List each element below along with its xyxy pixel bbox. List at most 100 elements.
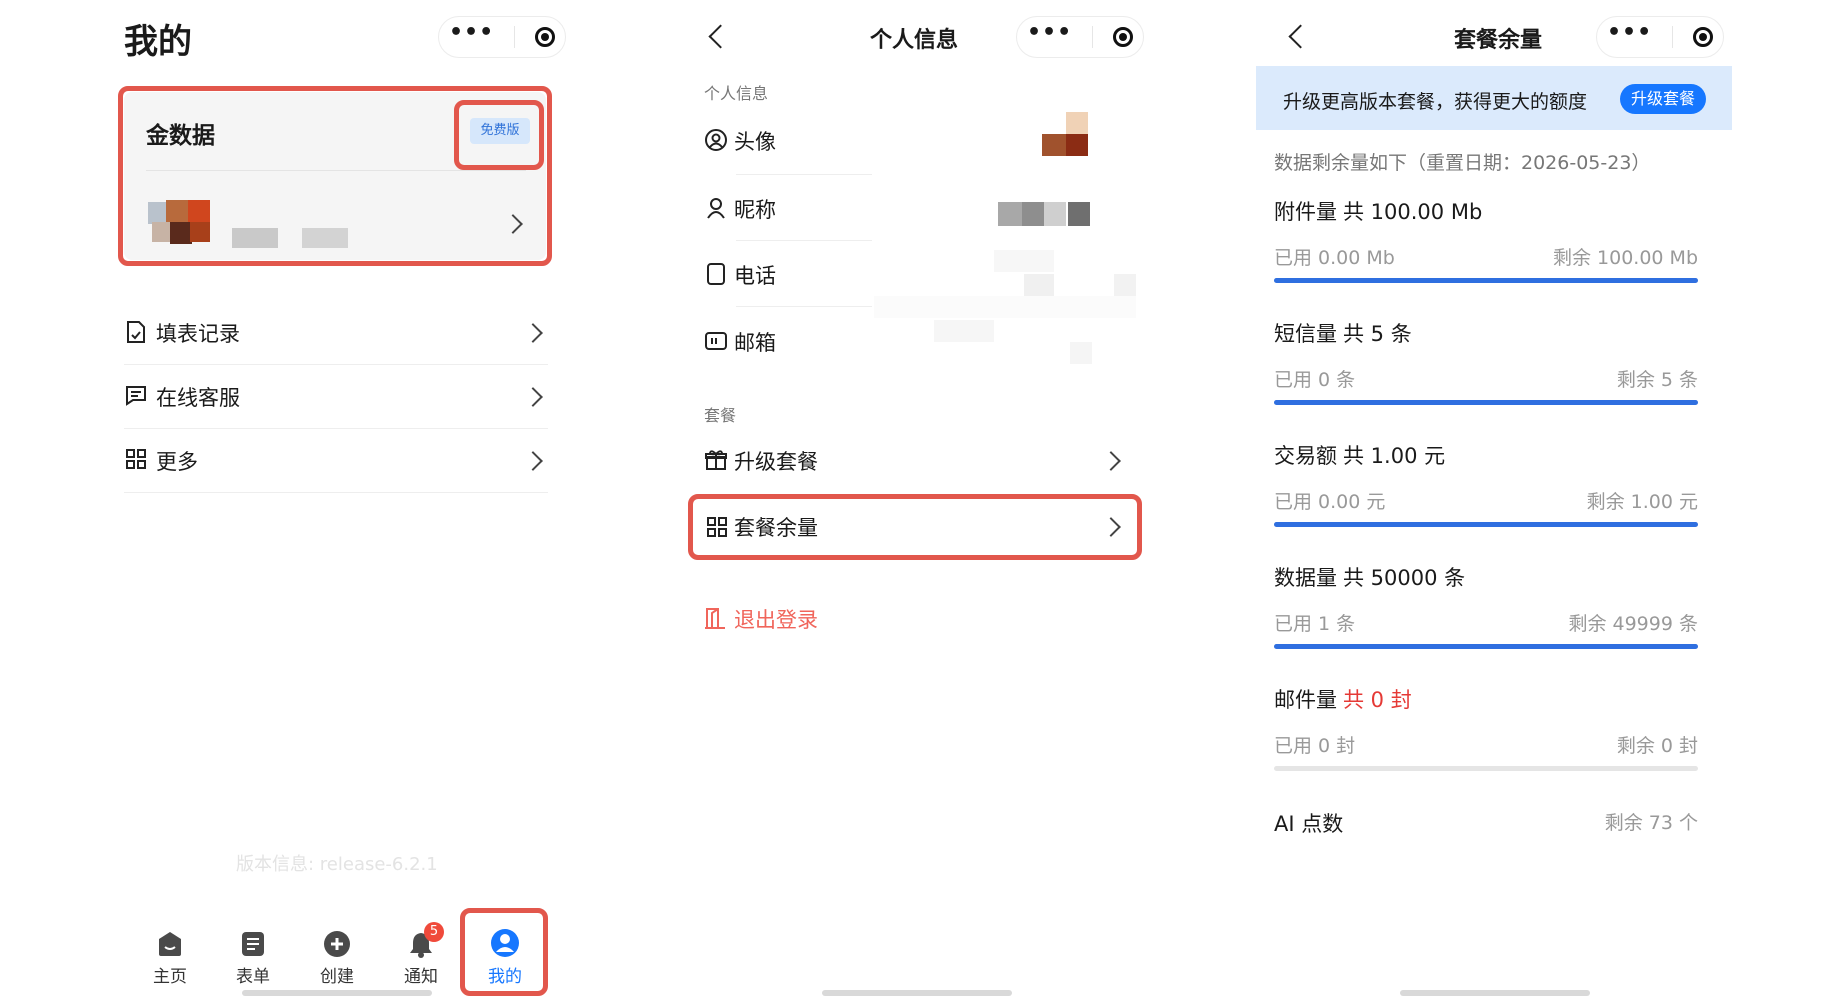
logout-icon — [705, 608, 725, 629]
grid-icon — [126, 449, 146, 469]
plus-icon — [324, 931, 350, 957]
company-name: 金数据 — [146, 123, 215, 149]
logout-button[interactable]: 退出登录 — [734, 604, 818, 634]
quota-total: 共 5 条 — [1343, 322, 1412, 346]
chevron-right-icon — [523, 451, 543, 471]
quota-remaining: 剩余 49999 条 — [1568, 613, 1698, 635]
form-icon — [242, 932, 264, 956]
miniprogram-capsule: ••• — [1596, 16, 1724, 58]
notification-badge: 5 — [424, 922, 444, 942]
quota-name: 短信量 — [1274, 322, 1337, 346]
row-label-avatar[interactable]: 头像 — [734, 126, 776, 156]
row-label-nickname[interactable]: 昵称 — [734, 194, 776, 224]
quota-remaining: 剩余 0 封 — [1616, 735, 1698, 757]
quota-name: 交易额 — [1274, 444, 1337, 468]
quota-used: 已用 0 封 — [1274, 735, 1356, 757]
miniprogram-capsule: ••• — [1016, 16, 1144, 58]
back-arrow-icon[interactable] — [708, 24, 733, 49]
home-indicator — [1400, 990, 1590, 996]
more-dots-icon[interactable]: ••• — [1027, 22, 1072, 44]
more-dots-icon[interactable]: ••• — [449, 22, 494, 44]
home-indicator — [822, 990, 1012, 996]
quota-remaining: 剩余 100.00 Mb — [1552, 247, 1698, 269]
quota-remaining: 剩余 1.00 元 — [1586, 491, 1698, 513]
close-target-icon[interactable] — [535, 27, 556, 47]
home-icon — [159, 932, 181, 956]
quota-progress-fill — [1274, 278, 1698, 283]
quota-progress-bar — [1274, 522, 1698, 527]
username-blurred — [232, 228, 352, 248]
highlight-tab-mine — [460, 908, 548, 996]
quota-used: 已用 1 条 — [1274, 613, 1356, 635]
menu-divider — [124, 428, 548, 429]
quota-progress-fill — [1274, 644, 1698, 649]
quota-item-title: 短信量共 5 条 — [1274, 318, 1412, 348]
miniprogram-capsule: ••• — [438, 16, 566, 58]
gift-icon — [705, 450, 727, 470]
quota-progress-bar — [1274, 644, 1698, 649]
more-dots-icon[interactable]: ••• — [1607, 22, 1652, 44]
chevron-right-icon — [523, 387, 543, 407]
menu-item-more[interactable]: 更多 — [156, 446, 198, 476]
phone-icon — [707, 263, 725, 285]
upgrade-plan-button[interactable]: 升级套餐 — [1620, 84, 1706, 114]
quota-item-title: 附件量共 100.00 Mb — [1274, 196, 1482, 226]
quota-progress-bar — [1274, 766, 1698, 771]
quota-item-title: 数据量共 50000 条 — [1274, 562, 1465, 592]
home-indicator — [242, 990, 432, 996]
chevron-right-icon — [1101, 451, 1121, 471]
quota-used: 已用 0.00 Mb — [1274, 247, 1395, 269]
highlight-plan-badge — [454, 100, 544, 170]
capsule-divider — [1092, 26, 1094, 48]
quota-name: 附件量 — [1274, 200, 1337, 224]
section-label: 套餐 — [704, 406, 737, 425]
row-divider — [736, 240, 872, 241]
version-info: 版本信息: release-6.2.1 — [236, 854, 438, 875]
menu-divider — [124, 364, 548, 365]
close-target-icon[interactable] — [1113, 27, 1134, 47]
banner-text: 升级更高版本套餐，获得更大的额度 — [1283, 91, 1588, 113]
quota-progress-fill — [1274, 400, 1698, 405]
row-divider — [736, 306, 872, 307]
ai-points-remaining: 剩余 73 个 — [1604, 812, 1698, 834]
row-label-phone[interactable]: 电话 — [734, 260, 776, 290]
tab-label: 主页 — [153, 967, 187, 987]
quota-progress-bar — [1274, 400, 1698, 405]
avatar — [148, 190, 210, 252]
form-record-icon — [127, 321, 145, 343]
card-divider — [146, 170, 526, 171]
page-title: 套餐余量 — [1454, 28, 1543, 53]
row-label-email[interactable]: 邮箱 — [734, 327, 776, 357]
quota-item-title: 交易额共 1.00 元 — [1274, 440, 1445, 470]
back-arrow-icon[interactable] — [1288, 24, 1313, 49]
avatar-thumbnail — [1042, 112, 1090, 158]
quota-remaining: 剩余 5 条 — [1616, 369, 1698, 391]
reset-date-subtitle: 数据剩余量如下（重置日期：2026-05-23） — [1274, 152, 1651, 174]
quota-total: 共 1.00 元 — [1343, 444, 1446, 468]
chevron-right-icon — [523, 323, 543, 343]
mail-icon — [705, 332, 727, 350]
highlight-plan-quota — [688, 494, 1142, 560]
quota-total: 共 50000 条 — [1343, 566, 1466, 590]
quota-total: 共 100.00 Mb — [1343, 200, 1483, 224]
menu-item-form-records[interactable]: 填表记录 — [156, 318, 240, 348]
menu-item-online-service[interactable]: 在线客服 — [156, 382, 240, 412]
tab-label: 通知 — [404, 967, 438, 987]
section-label: 个人信息 — [704, 84, 769, 103]
tab-label: 创建 — [320, 967, 354, 987]
avatar-icon — [705, 129, 727, 151]
close-target-icon[interactable] — [1693, 27, 1714, 47]
row-divider — [736, 174, 872, 175]
page-title: 我的 — [124, 22, 192, 62]
capsule-divider — [514, 26, 516, 48]
quota-name: 邮件量 — [1274, 688, 1337, 712]
person-icon — [707, 198, 725, 219]
quota-name: 数据量 — [1274, 566, 1337, 590]
upgrade-plan-item[interactable]: 升级套餐 — [734, 446, 818, 476]
quota-progress-bar — [1274, 278, 1698, 283]
ai-points-label: AI 点数 — [1274, 812, 1344, 836]
chat-icon — [126, 386, 146, 406]
quota-total: 共 0 封 — [1343, 688, 1412, 712]
quota-used: 已用 0 条 — [1274, 369, 1356, 391]
menu-divider — [124, 492, 548, 493]
